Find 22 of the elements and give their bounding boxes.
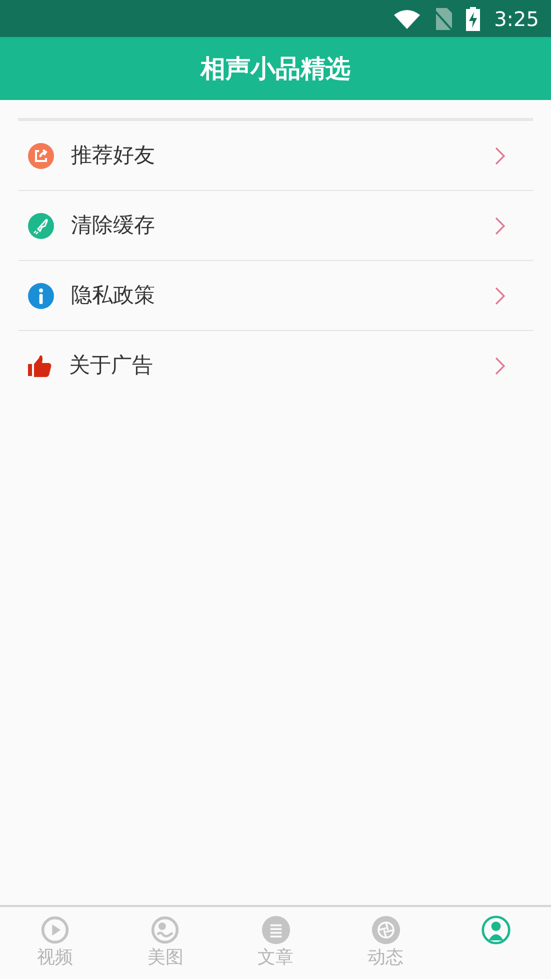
thumbs-up-icon [28,354,52,378]
chevron-right-icon [495,216,505,234]
menu-item[interactable]: 关于广告 [18,331,533,401]
document-icon [260,915,290,945]
info-icon [28,282,54,308]
clock-time: 3:25 [494,6,539,32]
menu-item[interactable]: 推荐好友 [18,121,533,191]
no-sim-icon [434,8,452,30]
play-icon [40,915,70,945]
chevron-right-icon [495,146,505,164]
image-icon [150,915,180,945]
app-title: 相声小品精选 [200,52,350,85]
wifi-icon [394,8,420,28]
menu-item[interactable]: 隐私政策 [18,261,533,331]
chevron-right-icon [495,286,505,304]
battery-charging-icon [466,6,480,30]
chevron-right-icon [495,357,505,375]
share-icon [28,142,54,168]
person-icon [480,915,511,945]
menu-item[interactable]: 清除缓存 [18,191,533,261]
rocket-icon [28,212,54,238]
aperture-icon [370,915,401,945]
